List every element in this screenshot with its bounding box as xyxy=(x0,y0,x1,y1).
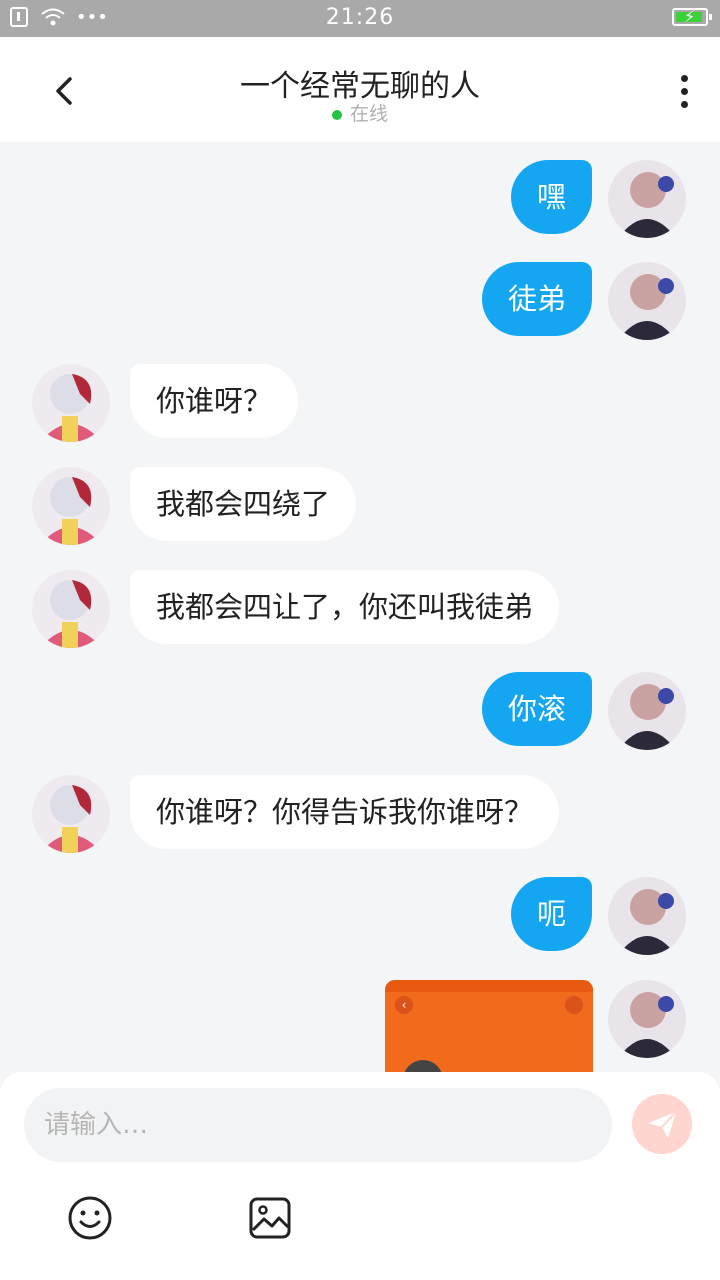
message-bubble[interactable]: 你滚 xyxy=(481,672,592,746)
message-bubble[interactable]: 呃 xyxy=(510,877,592,951)
contact-avatar[interactable] xyxy=(32,775,110,853)
message-bubble[interactable]: 我都会四绕了 xyxy=(130,467,357,541)
message-input[interactable] xyxy=(24,1088,612,1162)
message-bubble[interactable]: 我都会四让了，你还叫我徒弟 xyxy=(130,570,560,644)
message-bubble[interactable]: 嘿 xyxy=(510,160,592,234)
composer xyxy=(0,1072,720,1280)
chat-header: 一个经常无聊的人 在线 xyxy=(0,37,720,142)
image-message[interactable]: ‹ xyxy=(385,980,593,1072)
message-row: 你谁呀？你得告诉我你谁呀？ xyxy=(0,775,720,855)
battery-charging-icon: ⚡ xyxy=(672,7,712,26)
image-icon[interactable] xyxy=(248,1196,292,1240)
message-row: 呃 xyxy=(0,877,720,957)
message-bubble[interactable]: 你谁呀？ xyxy=(130,364,299,438)
contact-avatar[interactable] xyxy=(32,570,110,648)
send-icon[interactable] xyxy=(632,1094,692,1154)
status-bar: ••• 21:26 ⚡ xyxy=(0,0,720,37)
online-dot xyxy=(331,109,342,120)
my-avatar[interactable] xyxy=(608,672,686,750)
message-row: 嘿 xyxy=(0,160,720,240)
message-list[interactable]: 嘿 徒弟 你谁呀？ 我都会四绕了 我都会四让了，你还叫我徒弟 你滚 你谁呀？你得… xyxy=(0,142,720,1072)
online-status-label: 在线 xyxy=(349,103,388,125)
message-row xyxy=(0,980,720,1060)
message-row: 我都会四绕了 xyxy=(0,467,720,547)
message-bubble[interactable]: 徒弟 xyxy=(481,262,592,336)
message-row: 你滚 xyxy=(0,672,720,752)
message-row: 我都会四让了，你还叫我徒弟 xyxy=(0,570,720,650)
message-row: 你谁呀？ xyxy=(0,364,720,444)
message-bubble[interactable]: 你谁呀？你得告诉我你谁呀？ xyxy=(130,775,560,849)
my-avatar[interactable] xyxy=(608,980,686,1058)
message-row: 徒弟 xyxy=(0,262,720,342)
my-avatar[interactable] xyxy=(608,877,686,955)
contact-avatar[interactable] xyxy=(32,364,110,442)
status-time: 21:26 xyxy=(325,5,395,30)
contact-avatar[interactable] xyxy=(32,467,110,545)
my-avatar[interactable] xyxy=(608,160,686,238)
emoji-icon[interactable] xyxy=(68,1196,112,1240)
my-avatar[interactable] xyxy=(608,262,686,340)
online-status: 在线 xyxy=(0,99,720,126)
more-vertical-icon[interactable] xyxy=(678,75,690,115)
